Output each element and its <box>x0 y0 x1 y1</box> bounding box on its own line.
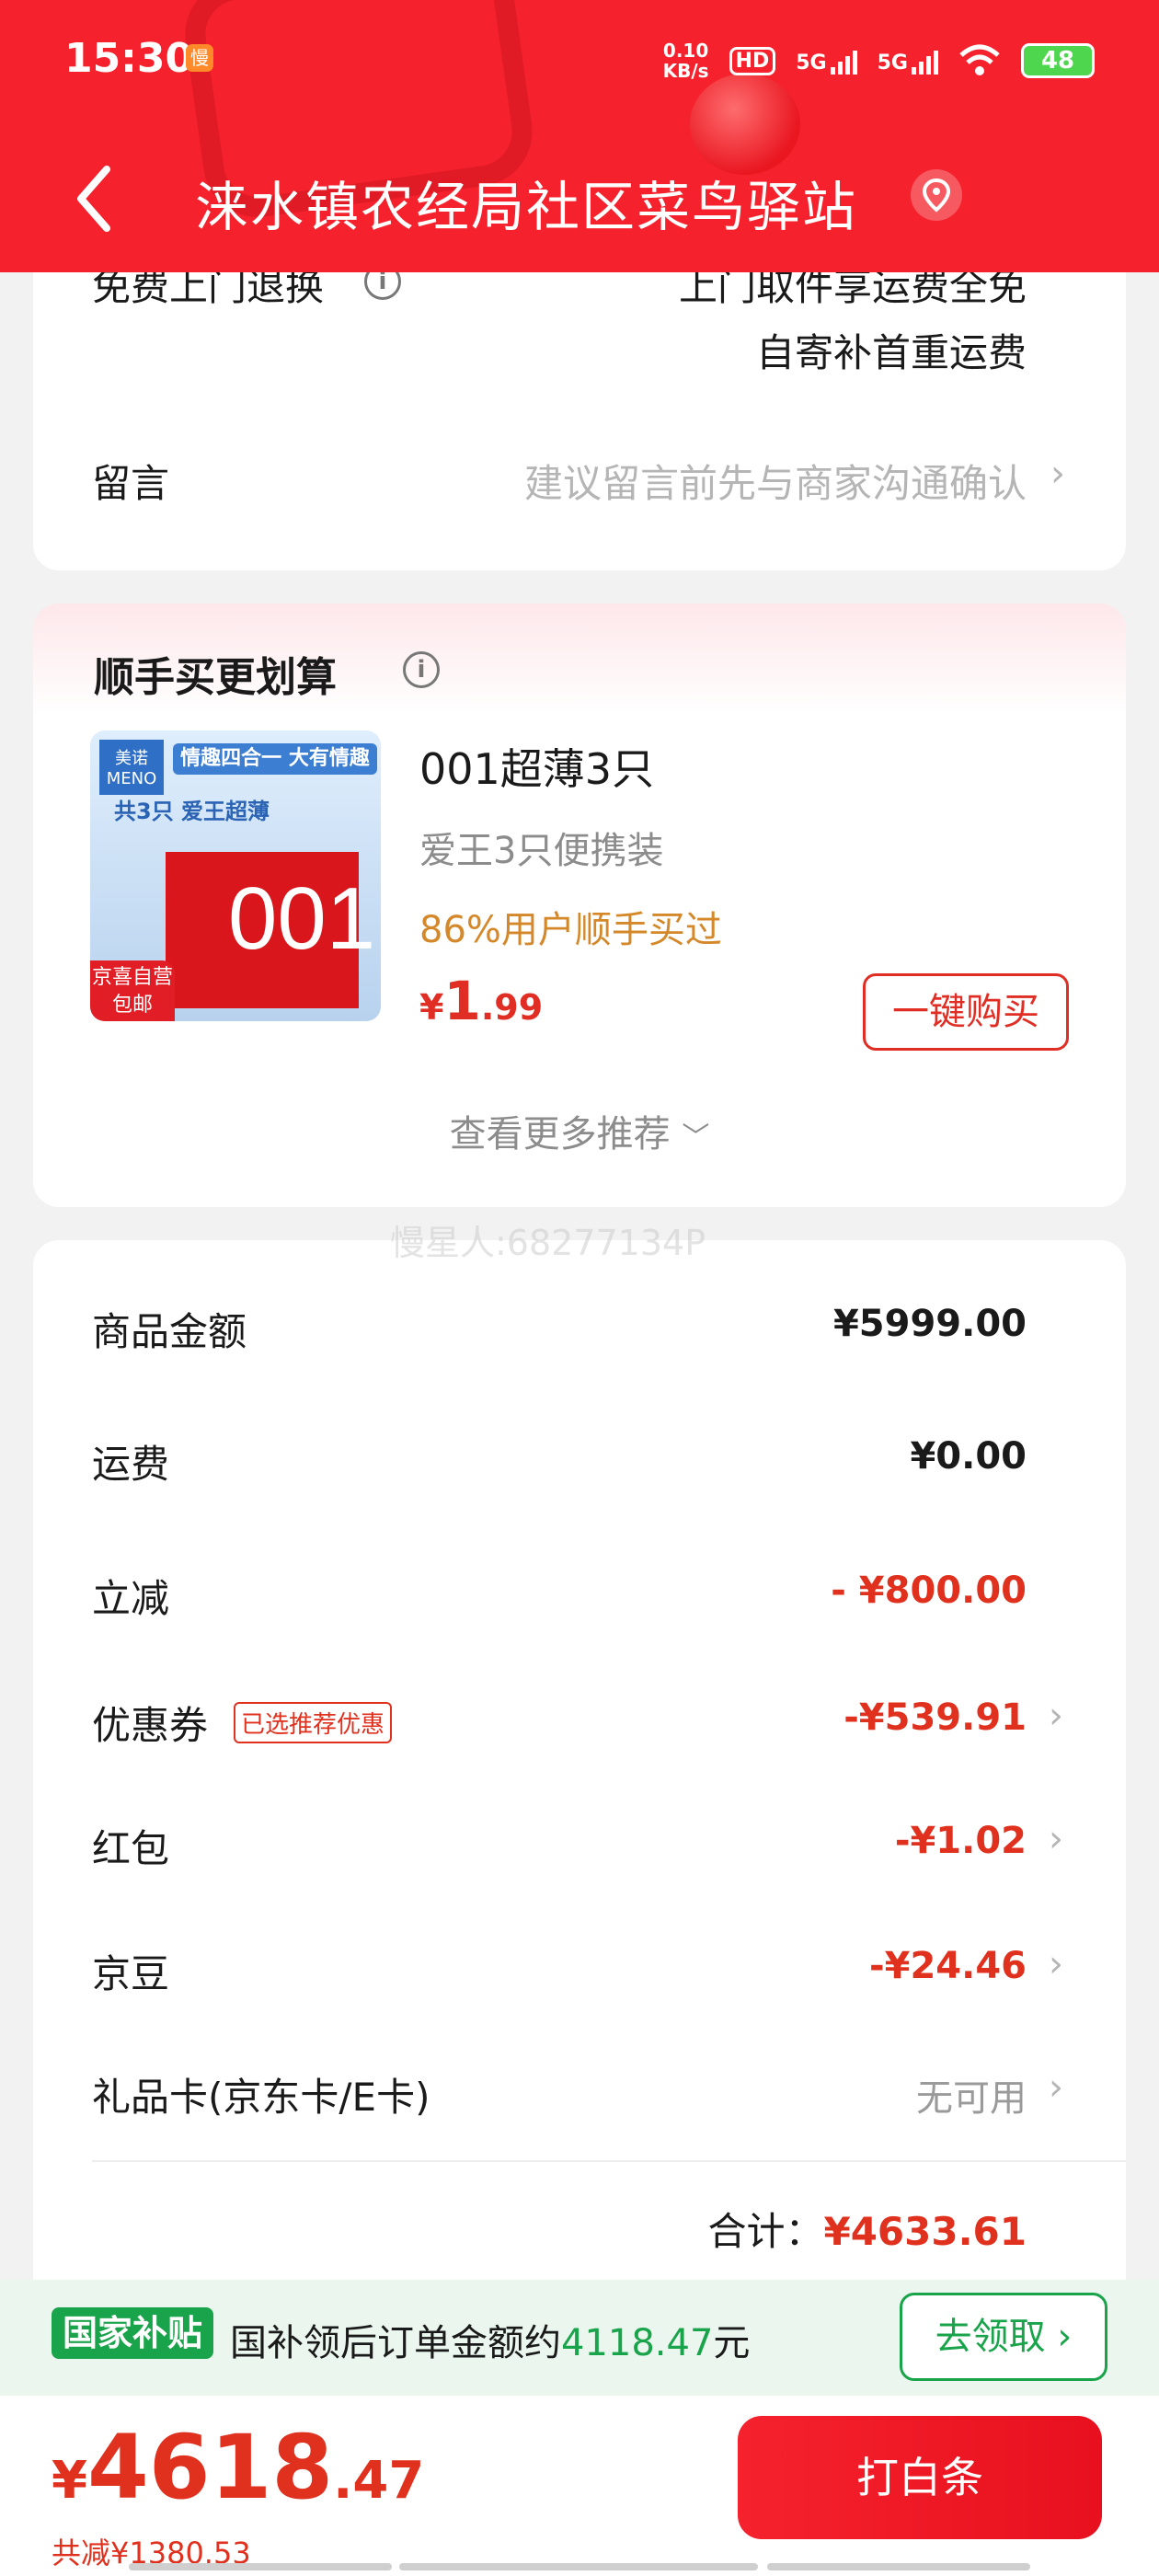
more-recommend-label: 查看更多推荐 <box>449 1113 671 1156</box>
page-title: 涞水镇农经局社区菜鸟驿站 <box>195 176 858 238</box>
checkout-bar: ¥4618.47 共减¥1380.53 打白条 <box>0 2396 1159 2576</box>
fee-label: 运费 <box>92 1442 170 1487</box>
net-speed-value: 0.10 <box>662 40 709 62</box>
coupon-tag: 已选推荐优惠 <box>234 1702 393 1743</box>
fee-value: -¥1.02 <box>894 1820 1027 1862</box>
watermark: 慢星人:68277134P <box>390 1223 706 1263</box>
one-click-buy-button[interactable]: 一键购买 <box>863 973 1069 1051</box>
fee-card: 商品金额 ¥5999.00 运费 ¥0.00 立减 - ¥800.00 优惠券 … <box>33 1240 1126 2307</box>
subsidy-text: 国补领后订单金额约4118.47元 <box>230 2313 750 2366</box>
fee-value: ¥5999.00 <box>832 1303 1027 1345</box>
fee-row-goods: 商品金额 ¥5999.00 <box>33 1292 1126 1365</box>
fee-label: 京豆 <box>92 1951 170 1996</box>
free-shipping-badge: 京喜自营 包邮 <box>90 960 175 1021</box>
claim-subsidy-button[interactable]: 去领取 › <box>900 2293 1107 2381</box>
product-price: ¥1.99 <box>419 970 543 1032</box>
message-input[interactable]: 建议留言前先与商家沟通确认 <box>524 453 1027 509</box>
chevron-down-icon: ﹀ <box>682 1121 710 1154</box>
info-icon[interactable]: i <box>403 651 440 688</box>
product-desc: 爱王3只便携装 <box>419 830 664 872</box>
fee-row-discount: 立减 - ¥800.00 <box>33 1558 1126 1632</box>
product-box-number: 001 <box>228 869 376 968</box>
chevron-right-icon: › <box>1049 1695 1063 1737</box>
pay-baitiao-button[interactable]: 打白条 <box>738 2416 1102 2539</box>
home-indicator <box>129 2563 392 2570</box>
subsidy-text-prefix: 国补领后订单金额约 <box>230 2322 561 2364</box>
net-speed: 0.10 KB/s <box>663 40 709 81</box>
fee-value: 无可用 <box>916 2077 1027 2120</box>
product-image[interactable]: 美诺 MENO 情趣四合一 大有情趣 共3只 爱王超薄 001 京喜自营 包邮 <box>90 730 381 1021</box>
recommend-title: 顺手买更划算 <box>94 654 337 701</box>
product-popularity: 86%用户顺手买过 <box>419 909 722 951</box>
chevron-right-icon: › <box>1049 1818 1063 1860</box>
fee-label: 商品金额 <box>92 1309 247 1354</box>
more-recommend-link[interactable]: 查看更多推荐 ﹀ <box>33 1104 1126 1157</box>
subsidy-tag: 国家补贴 <box>52 2307 214 2359</box>
chevron-right-icon: › <box>1050 453 1065 495</box>
back-arrow-icon[interactable] <box>64 162 129 236</box>
header: 15:30 慢 0.10 KB/s HD 5G 5G 48 涞水镇农经局社区菜鸟… <box>0 0 1159 272</box>
payable-amount: ¥4618.47 <box>52 2416 424 2519</box>
subsidy-text-suffix: 元 <box>713 2322 751 2364</box>
price-integer: 1 <box>443 970 481 1032</box>
total-label: 合计： <box>707 2209 824 2254</box>
app-notification-icon: 慢 <box>186 44 213 72</box>
battery-indicator: 48 <box>1021 43 1095 78</box>
sim2-label: 5G <box>877 52 908 75</box>
product-image-subtitle: 共3只 爱王超薄 <box>114 799 270 824</box>
fee-label: 礼品卡(京东卡/E卡) <box>92 2075 430 2120</box>
status-bar: 15:30 慢 0.10 KB/s HD 5G 5G 48 <box>0 0 1159 120</box>
product-brand-logo: 美诺 MENO <box>99 740 164 795</box>
product-name[interactable]: 001超薄3只 <box>419 736 654 797</box>
product-image-banner: 情趣四合一 大有情趣 <box>173 743 377 775</box>
recommend-card: 顺手买更划算 i 美诺 MENO 情趣四合一 大有情趣 共3只 爱王超薄 001… <box>33 604 1126 1207</box>
fee-label: 立减 <box>92 1576 170 1621</box>
signal-2-icon: 5G <box>878 47 938 75</box>
chevron-right-icon: › <box>1049 2066 1063 2109</box>
fee-value: ¥0.00 <box>910 1435 1027 1478</box>
national-subsidy-bar: 国家补贴 国补领后订单金额约4118.47元 去领取 › <box>0 2280 1159 2396</box>
fee-value: -¥24.46 <box>869 1945 1027 1987</box>
fee-row-jingdou[interactable]: 京豆 -¥24.46 › <box>33 1934 1126 2007</box>
home-indicator <box>767 2563 1030 2570</box>
service-card: 免费上门退换 i 上门取件享运费全免 自寄补首重运费 留言 建议留言前先与商家沟… <box>33 230 1126 570</box>
price-decimal: .99 <box>480 987 544 1028</box>
fee-row-coupon[interactable]: 优惠券 已选推荐优惠 -¥539.91 › <box>33 1685 1126 1759</box>
badge-line1: 京喜自营 <box>91 966 173 989</box>
nav-bar: 涞水镇农经局社区菜鸟驿站 <box>0 138 1159 258</box>
wifi-icon <box>959 44 1000 75</box>
chevron-right-icon: › <box>1049 1943 1063 1985</box>
subsidy-amount: 4118.47 <box>561 2322 714 2364</box>
fee-value: - ¥800.00 <box>831 1570 1027 1612</box>
divider <box>92 2160 1126 2162</box>
price-currency: ¥ <box>419 987 444 1028</box>
payable-integer: 4618 <box>86 2416 334 2519</box>
fee-row-shipping: 运费 ¥0.00 <box>33 1424 1126 1498</box>
fee-value: -¥539.91 <box>843 1696 1027 1739</box>
message-label: 留言 <box>92 461 170 506</box>
status-time: 15:30 <box>64 35 194 82</box>
badge-line2: 包邮 <box>111 994 153 1017</box>
hd-voice-icon: HD <box>729 46 776 75</box>
net-speed-unit: KB/s <box>662 60 709 82</box>
location-pin-icon[interactable] <box>911 169 962 221</box>
home-indicator <box>399 2563 758 2570</box>
fee-row-giftcard[interactable]: 礼品卡(京东卡/E卡) 无可用 › <box>33 2057 1126 2131</box>
fee-label: 优惠券 <box>92 1703 209 1748</box>
free-return-line2: 自寄补首重运费 <box>755 330 1027 375</box>
signal-1-icon: 5G <box>796 47 857 75</box>
order-total: 合计：¥4633.61 <box>707 2201 1027 2257</box>
sim1-label: 5G <box>796 52 827 75</box>
fee-label: 红包 <box>92 1826 170 1871</box>
fee-row-redpacket[interactable]: 红包 -¥1.02 › <box>33 1809 1126 1882</box>
total-value: ¥4633.61 <box>823 2209 1027 2254</box>
payable-decimal: .47 <box>333 2451 425 2511</box>
payable-currency: ¥ <box>52 2451 87 2511</box>
status-indicators: 0.10 KB/s HD 5G 5G 48 <box>663 40 1095 81</box>
